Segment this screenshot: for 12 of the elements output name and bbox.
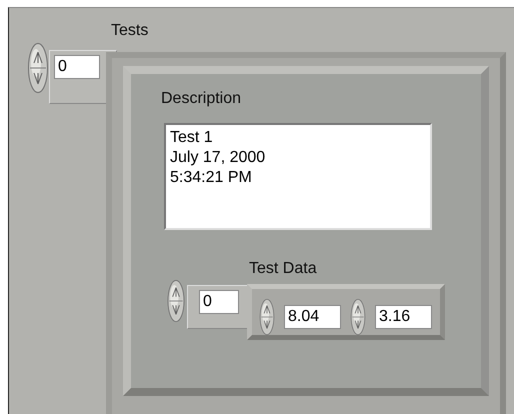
index-field[interactable]: 0 bbox=[54, 55, 100, 79]
increment-decrement-button[interactable] bbox=[166, 280, 186, 322]
numeric-field[interactable]: 3.16 bbox=[375, 305, 432, 329]
index-field[interactable]: 0 bbox=[199, 290, 239, 314]
increment-decrement-button[interactable] bbox=[348, 299, 368, 335]
numeric-field[interactable]: 8.04 bbox=[284, 305, 341, 329]
increment-decrement-button[interactable] bbox=[257, 299, 277, 335]
description-field[interactable]: Test 1 July 17, 2000 5:34:21 PM bbox=[164, 123, 432, 230]
description-label: Description bbox=[161, 90, 242, 108]
array-label: Tests bbox=[111, 22, 148, 40]
test-data-label: Test Data bbox=[249, 260, 317, 278]
increment-decrement-button[interactable] bbox=[28, 42, 48, 94]
